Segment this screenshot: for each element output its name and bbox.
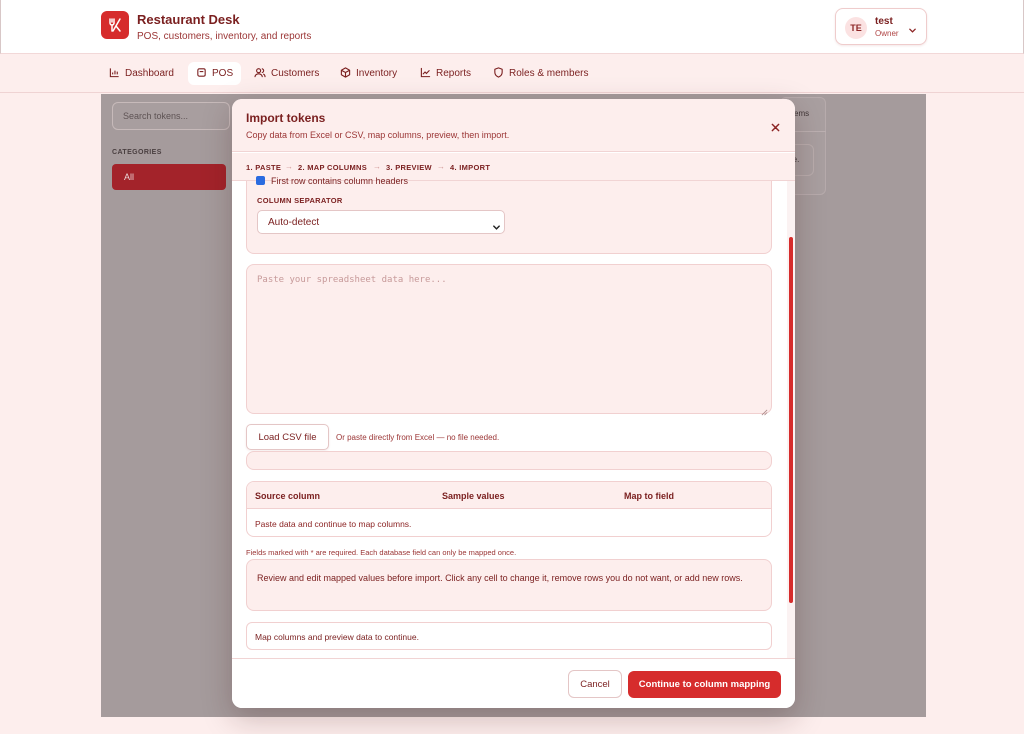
import-dialog: Import tokens Copy data from Excel or CS… xyxy=(232,99,795,708)
app-title: Restaurant Desk xyxy=(137,12,240,27)
arrow-right-icon: → xyxy=(285,162,294,171)
line-chart-icon xyxy=(420,67,431,81)
category-all: All xyxy=(112,164,226,190)
arrow-right-icon: → xyxy=(437,162,446,171)
column-header: Sample values xyxy=(442,491,505,501)
nav-item-label: Dashboard xyxy=(125,68,174,79)
nav-item-pos[interactable]: POS xyxy=(188,62,242,85)
separator-select[interactable]: Auto-detect xyxy=(257,210,505,234)
search-input: Search tokens... xyxy=(112,102,230,130)
bar-chart-icon xyxy=(109,67,120,81)
cancel-button[interactable]: Cancel xyxy=(568,670,622,698)
column-header: Source column xyxy=(255,491,321,501)
user-role: Owner xyxy=(875,29,899,38)
resize-grip-icon[interactable] xyxy=(761,403,768,421)
dialog-footer: Cancel Continue to column mapping xyxy=(232,658,795,708)
review-info: Review and edit mapped values before imp… xyxy=(246,559,772,611)
arrow-right-icon: → xyxy=(373,162,382,171)
nav-item-dashboard[interactable]: Dashboard xyxy=(101,62,182,85)
dialog-title: Import tokens xyxy=(246,111,326,125)
mapping-table: Source column Sample values Map to field… xyxy=(246,481,772,537)
header-row-label: First row contains column headers xyxy=(271,176,409,186)
app-header: Restaurant Desk POS, customers, inventor… xyxy=(0,0,1024,54)
main-nav: Dashboard POS Customers Inventory Report… xyxy=(0,54,1024,93)
required-note: Fields marked with * are required. Each … xyxy=(246,548,517,557)
app-subtitle: POS, customers, inventory, and reports xyxy=(137,31,312,42)
utensils-icon xyxy=(101,11,129,39)
nav-item-label: Inventory xyxy=(356,68,398,79)
nav-item-label: Customers xyxy=(271,68,320,79)
paste-textarea[interactable]: Paste your spreadsheet data here... xyxy=(246,264,772,414)
user-name: test xyxy=(875,16,893,27)
continue-button[interactable]: Continue to column mapping xyxy=(628,671,781,698)
dialog-subtitle: Copy data from Excel or CSV, map columns… xyxy=(246,130,510,140)
load-csv-button[interactable]: Load CSV file xyxy=(246,424,329,450)
close-icon[interactable] xyxy=(768,120,782,134)
nav-item-customers[interactable]: Customers xyxy=(246,62,327,85)
nav-item-label: Roles & members xyxy=(509,68,589,79)
header-row-option[interactable]: First row contains column headers xyxy=(256,176,408,186)
step-preview: 3. PREVIEW xyxy=(386,163,432,172)
nav-item-inventory[interactable]: Inventory xyxy=(332,62,405,85)
avatar: TE xyxy=(845,17,867,39)
step-import: 4. IMPORT xyxy=(450,163,491,172)
mapping-empty-state: Paste data and continue to map columns. xyxy=(255,519,412,529)
scrollbar-thumb[interactable] xyxy=(789,237,793,603)
categories-label: CATEGORIES xyxy=(112,149,162,156)
separator-label: COLUMN SEPARATOR xyxy=(257,196,343,205)
chevron-down-icon xyxy=(908,22,917,40)
continue-info: Map columns and preview data to continue… xyxy=(246,622,772,650)
users-icon xyxy=(254,67,266,81)
nav-item-reports[interactable]: Reports xyxy=(412,62,479,85)
csv-hint: Or paste directly from Excel — no file n… xyxy=(336,433,500,442)
chevron-down-icon xyxy=(492,219,501,237)
step-map-columns: 2. MAP COLUMNS xyxy=(298,163,368,172)
user-menu-button[interactable]: TE test Owner xyxy=(835,8,927,45)
status-bar xyxy=(246,451,772,470)
nav-item-label: POS xyxy=(212,68,234,79)
register-icon xyxy=(196,67,207,81)
column-header: Map to field xyxy=(624,491,674,501)
header-row-checkbox[interactable] xyxy=(256,176,265,185)
dialog-header: Import tokens Copy data from Excel or CS… xyxy=(232,99,795,152)
box-icon xyxy=(340,66,351,81)
mapping-table-header: Source column Sample values Map to field xyxy=(247,482,771,509)
nav-item-roles[interactable]: Roles & members xyxy=(485,62,596,85)
nav-item-label: Reports xyxy=(436,68,472,79)
step-paste: 1. PASTE xyxy=(246,163,282,172)
shield-icon xyxy=(493,66,504,81)
